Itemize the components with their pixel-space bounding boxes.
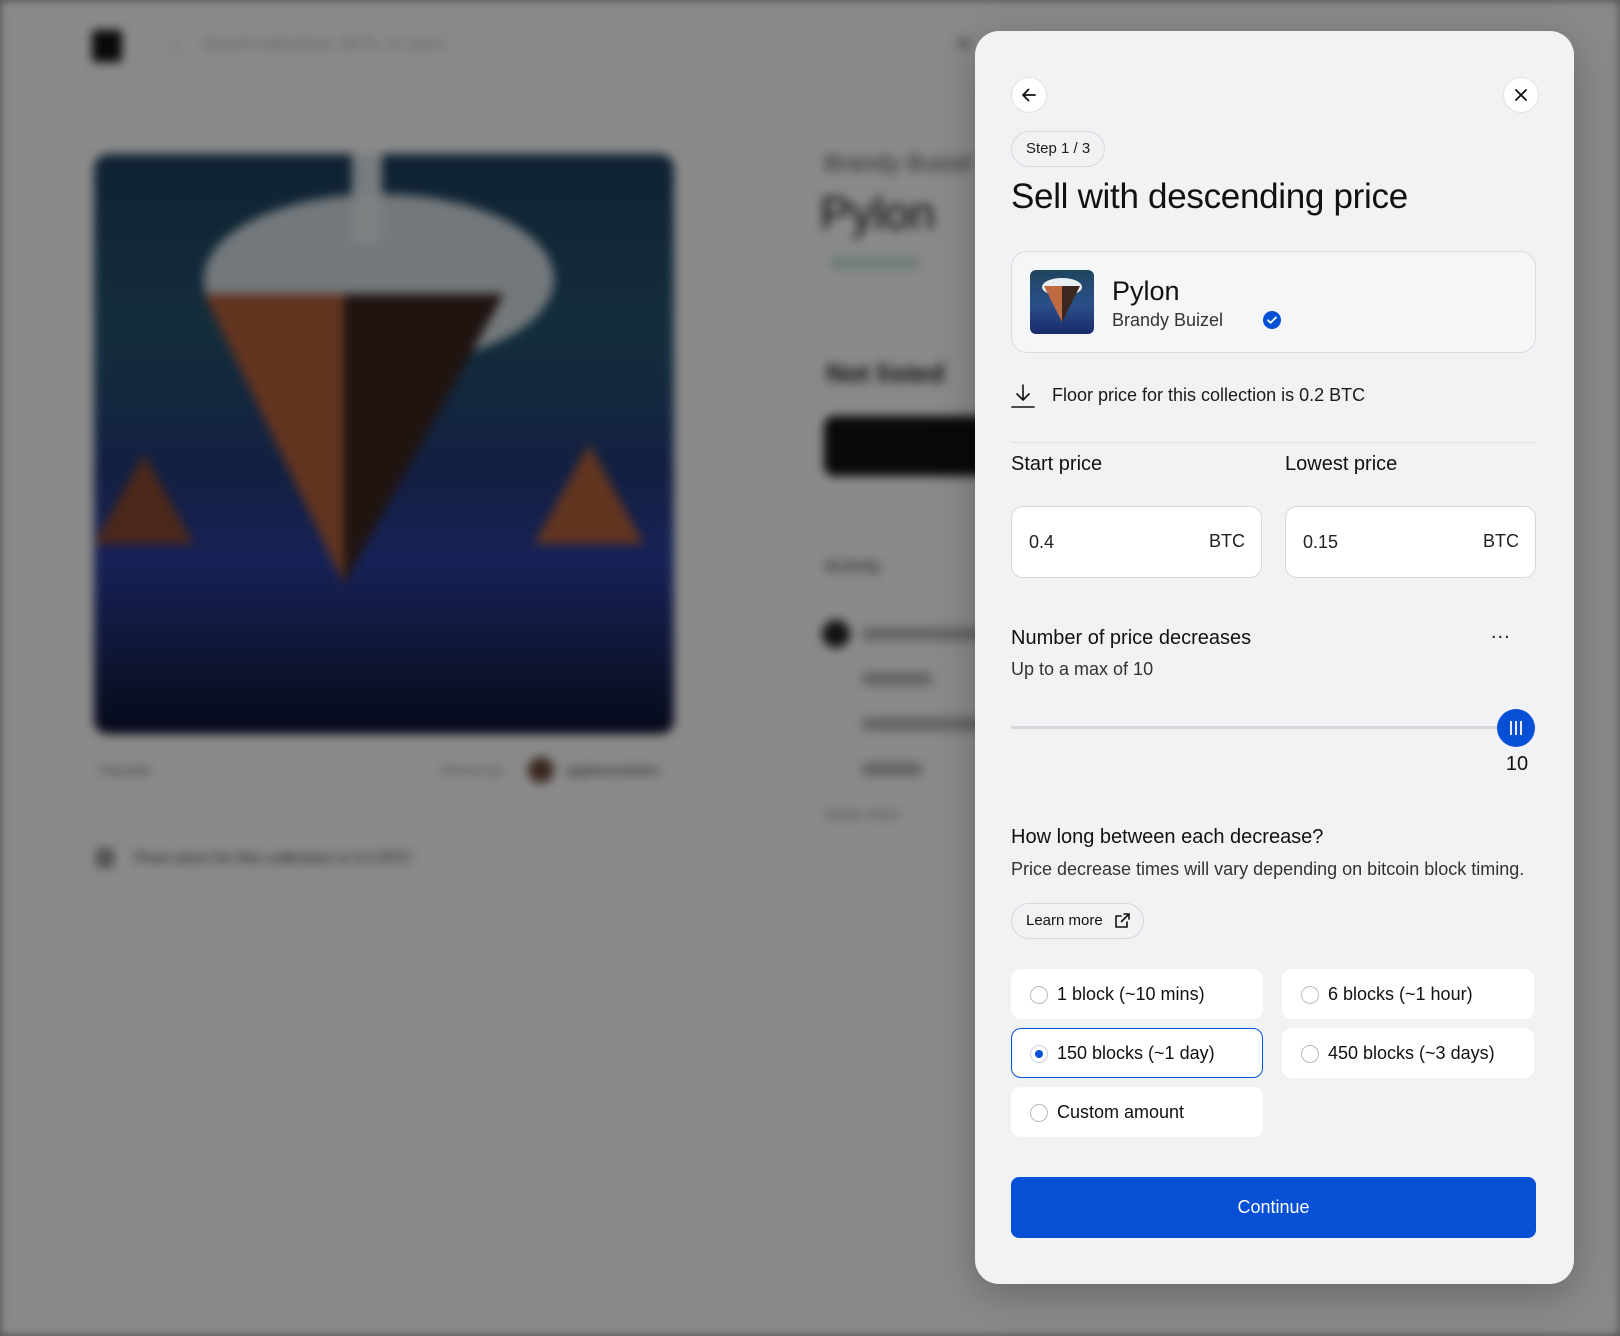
lowest-price-unit: BTC	[1483, 531, 1519, 551]
radio-button[interactable]	[1301, 1045, 1319, 1063]
radio-button[interactable]	[1030, 986, 1048, 1004]
decreases-slider-track[interactable]	[1011, 726, 1533, 729]
decreases-slider-handle[interactable]	[1497, 709, 1535, 747]
external-link-icon	[1114, 913, 1130, 928]
interval-option-label: 1 block (~10 mins)	[1057, 984, 1205, 1004]
interval-option-label: 6 blocks (~1 hour)	[1328, 984, 1473, 1004]
download-icon	[1011, 384, 1035, 408]
ellipsis-icon[interactable]: ...	[1491, 622, 1511, 642]
item-card: Pylon Brandy Buizel	[1011, 251, 1536, 353]
item-thumbnail	[1030, 270, 1094, 334]
floor-price-row: Floor price for this collection is 0.2 B…	[1011, 383, 1536, 443]
interval-option[interactable]: 450 blocks (~3 days)	[1282, 1028, 1534, 1078]
interval-option-selected[interactable]: 150 blocks (~1 day)	[1011, 1028, 1263, 1078]
radio-button-checked[interactable]	[1030, 1045, 1048, 1063]
interval-option[interactable]: 6 blocks (~1 hour)	[1282, 969, 1534, 1019]
learn-more-label: Learn more	[1026, 912, 1103, 929]
interval-option-label: 150 blocks (~1 day)	[1057, 1043, 1215, 1063]
back-button[interactable]	[1011, 77, 1047, 113]
start-price-field[interactable]: BTC	[1011, 506, 1262, 578]
step-indicator: Step 1 / 3	[1011, 131, 1106, 167]
lowest-price-label: Lowest price	[1285, 453, 1398, 475]
start-price-input[interactable]	[1029, 507, 1189, 577]
close-icon	[1515, 89, 1527, 101]
lowest-price-input[interactable]	[1303, 507, 1463, 577]
decreases-subtitle: Up to a max of 10	[1011, 659, 1154, 679]
modal-title: Sell with descending price	[1011, 177, 1408, 216]
radio-button[interactable]	[1030, 1104, 1048, 1122]
sell-modal: Step 1 / 3 Sell with descending price Py…	[975, 31, 1574, 1284]
arrow-left-icon	[1022, 88, 1036, 102]
learn-more-button[interactable]: Learn more	[1011, 903, 1144, 939]
continue-button[interactable]: Continue	[1011, 1177, 1536, 1238]
floor-price-text: Floor price for this collection is 0.2 B…	[1052, 385, 1366, 405]
interval-option-label: 450 blocks (~3 days)	[1328, 1043, 1495, 1063]
item-creator: Brandy Buizel	[1112, 310, 1224, 330]
radio-button[interactable]	[1301, 986, 1319, 1004]
verified-icon	[1263, 311, 1281, 329]
start-price-label: Start price	[1011, 453, 1103, 475]
interval-option[interactable]: 1 block (~10 mins)	[1011, 969, 1263, 1019]
start-price-unit: BTC	[1209, 531, 1245, 551]
interval-title: How long between each decrease?	[1011, 826, 1324, 848]
close-button[interactable]	[1503, 77, 1539, 113]
interval-option-label: Custom amount	[1057, 1102, 1185, 1122]
interval-subtitle: Price decrease times will vary depending…	[1011, 859, 1525, 879]
item-name: Pylon	[1112, 276, 1180, 306]
decreases-title: Number of price decreases	[1011, 627, 1252, 649]
decreases-slider-value: 10	[1505, 753, 1529, 775]
interval-option-custom[interactable]: Custom amount	[1011, 1087, 1263, 1137]
lowest-price-field[interactable]: BTC	[1285, 506, 1536, 578]
